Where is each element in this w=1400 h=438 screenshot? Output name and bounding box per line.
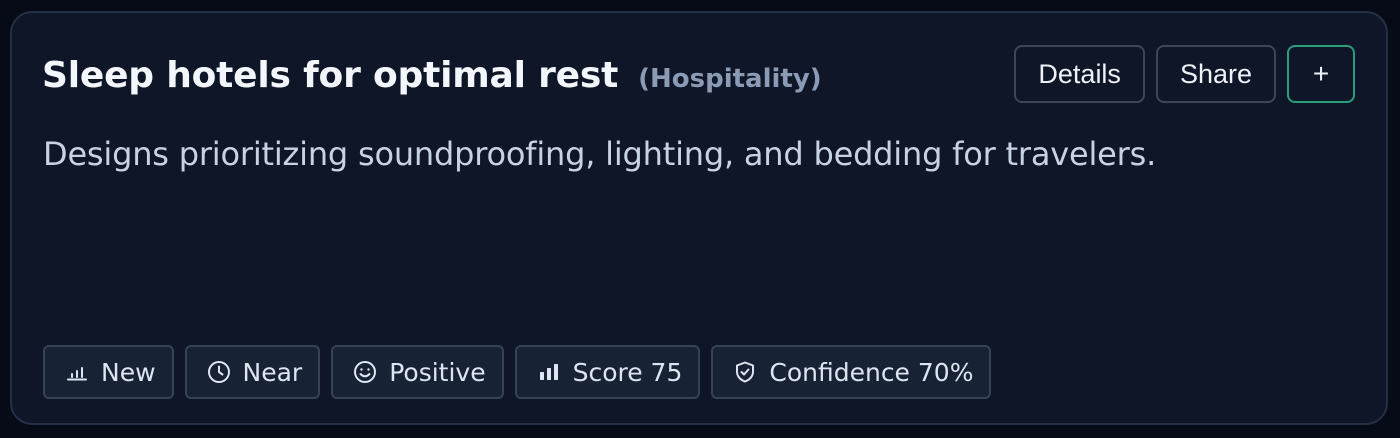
shield-check-icon (733, 360, 757, 384)
tag-label: Near (242, 357, 303, 387)
tag-label: Score 75 (572, 357, 683, 387)
card-actions: Details Share + (1014, 45, 1355, 103)
share-button[interactable]: Share (1155, 45, 1276, 103)
tag-list: New Near Positive Score 75 Confidence 70… (43, 345, 992, 399)
bar-chart-icon (537, 360, 561, 384)
smile-icon (353, 360, 377, 384)
trend-card: Sleep hotels for optimal rest (Hospitali… (10, 11, 1388, 425)
add-button[interactable]: + (1287, 45, 1355, 103)
details-button[interactable]: Details (1014, 45, 1145, 103)
tag-label: Positive (389, 357, 486, 387)
clock-icon (207, 360, 231, 384)
tag-score: Score 75 (514, 345, 701, 399)
tag-new: New (43, 345, 174, 399)
card-title: Sleep hotels for optimal rest (42, 55, 619, 96)
tag-positive: Positive (331, 345, 504, 399)
category-label: (Hospitality) (638, 64, 822, 94)
tag-near: Near (184, 345, 321, 399)
card-description: Designs prioritizing soundproofing, ligh… (43, 135, 1157, 173)
tag-label: Confidence 70% (769, 357, 974, 387)
card-header: Sleep hotels for optimal rest (Hospitali… (42, 55, 822, 96)
tag-label: New (101, 357, 156, 387)
tag-confidence: Confidence 70% (711, 345, 992, 399)
bar-chart-low-icon (65, 360, 89, 384)
